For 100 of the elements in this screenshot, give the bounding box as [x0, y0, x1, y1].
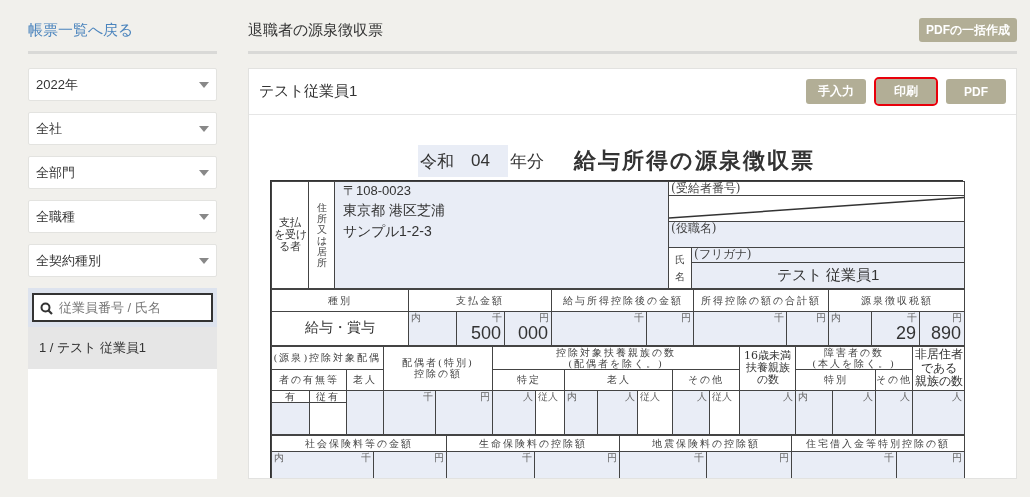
form-field[interactable]: 内: [564, 390, 598, 435]
unit-label: 人: [523, 391, 533, 402]
unit-label: 千: [492, 312, 502, 323]
unit-label: 従人: [538, 391, 558, 402]
form-field[interactable]: 千: [446, 451, 535, 478]
form-label: 種別: [271, 289, 409, 312]
form-field[interactable]: 千: [791, 451, 897, 478]
unit-label: 内: [798, 391, 809, 402]
field-label: (役職名): [670, 222, 718, 235]
address-line: 東京都 港区芝浦: [343, 203, 446, 219]
form-field[interactable]: 千: [551, 311, 647, 346]
unit-label: 内: [411, 312, 421, 323]
form-field[interactable]: 人: [597, 390, 638, 435]
unit-label: 千: [423, 391, 433, 402]
form-field[interactable]: 千 29: [871, 311, 920, 346]
form-label: 住所又は居所: [316, 201, 327, 268]
form-field[interactable]: 円 890: [919, 311, 965, 346]
form-label: 扶養親族: [744, 362, 791, 375]
payment-type: 給与・賞与: [271, 311, 409, 346]
form-field[interactable]: 千: [619, 451, 707, 478]
form-field[interactable]: 人: [672, 390, 710, 435]
form-field[interactable]: 人: [875, 390, 913, 435]
unit-label: 円: [952, 312, 963, 323]
unit-label: 円: [952, 452, 962, 463]
amount-value: 500: [469, 322, 502, 344]
form-field[interactable]: (役職名): [668, 221, 965, 248]
unit-label: 千: [774, 312, 785, 323]
amount-value: 890: [930, 322, 963, 344]
form-field[interactable]: 人: [739, 390, 796, 435]
form-field[interactable]: 人: [492, 390, 536, 435]
back-link[interactable]: 帳票一覧へ戻る: [28, 18, 133, 40]
form-field[interactable]: 内: [828, 311, 872, 346]
form-field[interactable]: 千: [693, 311, 787, 346]
caret-icon: [199, 257, 209, 264]
form-label: 地震保険料の控除額: [619, 435, 792, 452]
form-field[interactable]: 内: [408, 311, 457, 346]
caret-icon: [199, 81, 209, 88]
form-field[interactable]: 円: [534, 451, 620, 478]
form-label: 障害者の数 (本人を除く。): [795, 346, 913, 370]
dropdown[interactable]: 全職種: [28, 200, 217, 233]
dropdown[interactable]: 全契約種別: [28, 244, 217, 277]
dropdown[interactable]: 2022年: [28, 68, 217, 101]
form-field[interactable]: 円: [786, 311, 829, 346]
year-value: 04: [471, 151, 490, 171]
search-field[interactable]: 従業員番号 / 氏名: [32, 293, 213, 322]
form-field[interactable]: 人: [832, 390, 876, 435]
form-field[interactable]: 円: [435, 390, 493, 435]
form-label: 住宅借入金等特別控除の額: [791, 435, 965, 452]
unit-label: 円: [816, 312, 827, 323]
employee-list-item[interactable]: 1 / テスト 従業員1: [28, 327, 217, 369]
form-label: 親族の数: [913, 374, 964, 388]
form-label: 支払: [278, 216, 302, 229]
unit-label: 人: [900, 391, 911, 402]
unit-label: 円: [607, 452, 617, 463]
search-icon: [40, 302, 53, 315]
unit-label: 従人: [712, 391, 732, 402]
form-label: 者の有無等: [271, 369, 347, 391]
form-field[interactable]: 円: [706, 451, 792, 478]
form-field[interactable]: 内: [795, 390, 833, 435]
form-title: 給与所得の源泉徴収票: [573, 147, 815, 175]
form-field[interactable]: 千 500: [456, 311, 505, 346]
form-field[interactable]: 人: [912, 390, 965, 435]
form-field[interactable]: 円 000: [504, 311, 552, 346]
caret-icon: [199, 213, 209, 220]
form-label: 控除対象扶養親族の数 (配偶者を除く。): [492, 346, 740, 370]
form-field[interactable]: [271, 402, 310, 435]
employee-name: テスト従業員1: [259, 82, 359, 101]
form-field[interactable]: 従人: [637, 390, 673, 435]
unit-label: 内: [567, 391, 577, 402]
field-label: (受給者番号): [670, 182, 742, 195]
unit-label: 内: [831, 312, 842, 323]
form-field[interactable]: テスト 従業員1: [691, 262, 965, 289]
form-field[interactable]: 〒108-0023 東京都 港区芝浦 サンプル1-2-3: [334, 181, 669, 289]
unit-label: 千: [522, 452, 532, 463]
field-label: (フリガナ): [693, 248, 753, 261]
form-label: (源泉)控除対象配偶: [271, 346, 384, 370]
dropdown[interactable]: 全部門: [28, 156, 217, 189]
amount-value: 000: [516, 322, 549, 344]
form-label: 源泉徴収税額: [828, 289, 965, 312]
form-label: を受け: [272, 228, 308, 241]
unit-label: 人: [863, 391, 874, 402]
dropdown[interactable]: 全社: [28, 112, 217, 145]
form-field[interactable]: 円: [373, 451, 447, 478]
form-label: 支払金額: [408, 289, 552, 312]
unit-label: 千: [907, 312, 918, 323]
unit-label: 千: [634, 312, 644, 323]
form-label: 非居住者: [913, 348, 964, 362]
unit-label: 従人: [640, 391, 660, 402]
form-field[interactable]: 円: [896, 451, 965, 478]
unit-label: 千: [361, 452, 371, 463]
unit-label: 円: [480, 391, 490, 402]
form-label: 生命保険料の控除額: [446, 435, 620, 452]
era-label: 令和: [420, 150, 455, 173]
form-field[interactable]: [346, 390, 384, 435]
postal-code: 〒108-0023: [343, 184, 412, 199]
form-field[interactable]: 内 千: [271, 451, 374, 478]
unit-label: 人: [783, 391, 794, 402]
form-field[interactable]: 千: [383, 390, 436, 435]
caret-icon: [199, 125, 209, 132]
form-field[interactable]: 円: [646, 311, 694, 346]
